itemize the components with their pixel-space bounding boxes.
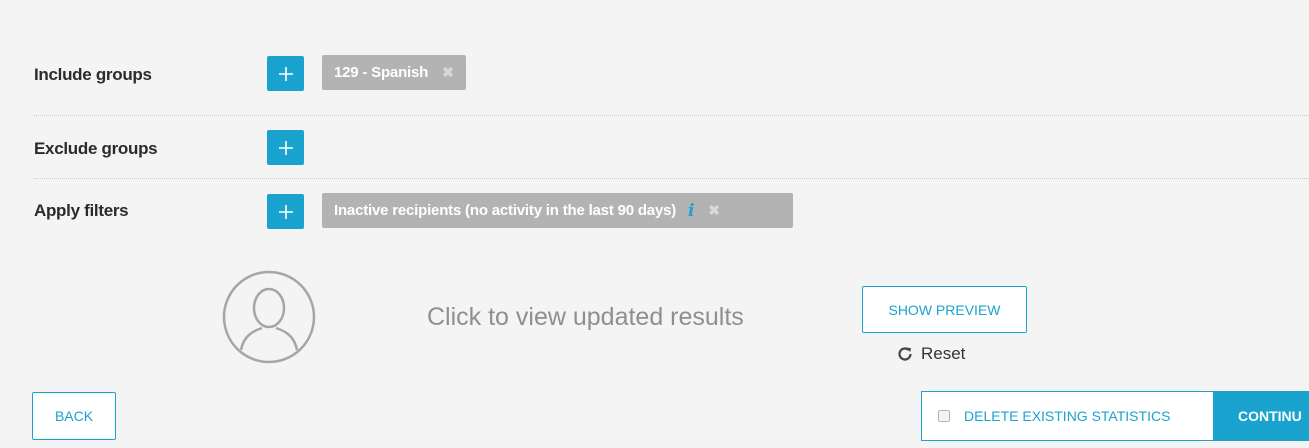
- user-avatar-icon: [222, 270, 316, 364]
- continue-button[interactable]: CONTINU: [1213, 391, 1309, 441]
- tag-label: 129 - Spanish: [334, 64, 429, 81]
- refresh-icon: [898, 347, 912, 361]
- add-exclude-group-button[interactable]: [267, 130, 304, 165]
- delete-statistics-label: DELETE EXISTING STATISTICS: [964, 408, 1171, 424]
- back-button[interactable]: BACK: [32, 392, 116, 440]
- row-divider: [34, 115, 1309, 116]
- exclude-groups-label: Exclude groups: [34, 139, 158, 158]
- info-icon[interactable]: i: [688, 201, 694, 221]
- add-include-group-button[interactable]: [267, 56, 304, 91]
- apply-filters-label: Apply filters: [34, 201, 129, 220]
- delete-statistics-checkbox[interactable]: [938, 410, 950, 422]
- row-divider: [34, 178, 1309, 179]
- plus-icon: [278, 140, 293, 155]
- reset-link[interactable]: Reset: [897, 344, 965, 364]
- filter-tag: Inactive recipients (no activity in the …: [322, 193, 793, 228]
- include-groups-label: Include groups: [34, 65, 152, 84]
- updated-results-message: Click to view updated results: [427, 303, 744, 331]
- plus-icon: [278, 66, 293, 81]
- show-preview-button[interactable]: SHOW PREVIEW: [862, 286, 1027, 333]
- reset-label: Reset: [921, 344, 966, 363]
- plus-icon: [278, 204, 293, 219]
- include-group-tag: 129 - Spanish ✖: [322, 55, 466, 90]
- add-filter-button[interactable]: [267, 194, 304, 229]
- tag-label: Inactive recipients (no activity in the …: [334, 202, 677, 219]
- close-icon[interactable]: ✖: [442, 64, 454, 81]
- delete-statistics-toggle[interactable]: DELETE EXISTING STATISTICS: [921, 391, 1213, 441]
- close-icon[interactable]: ✖: [708, 202, 720, 219]
